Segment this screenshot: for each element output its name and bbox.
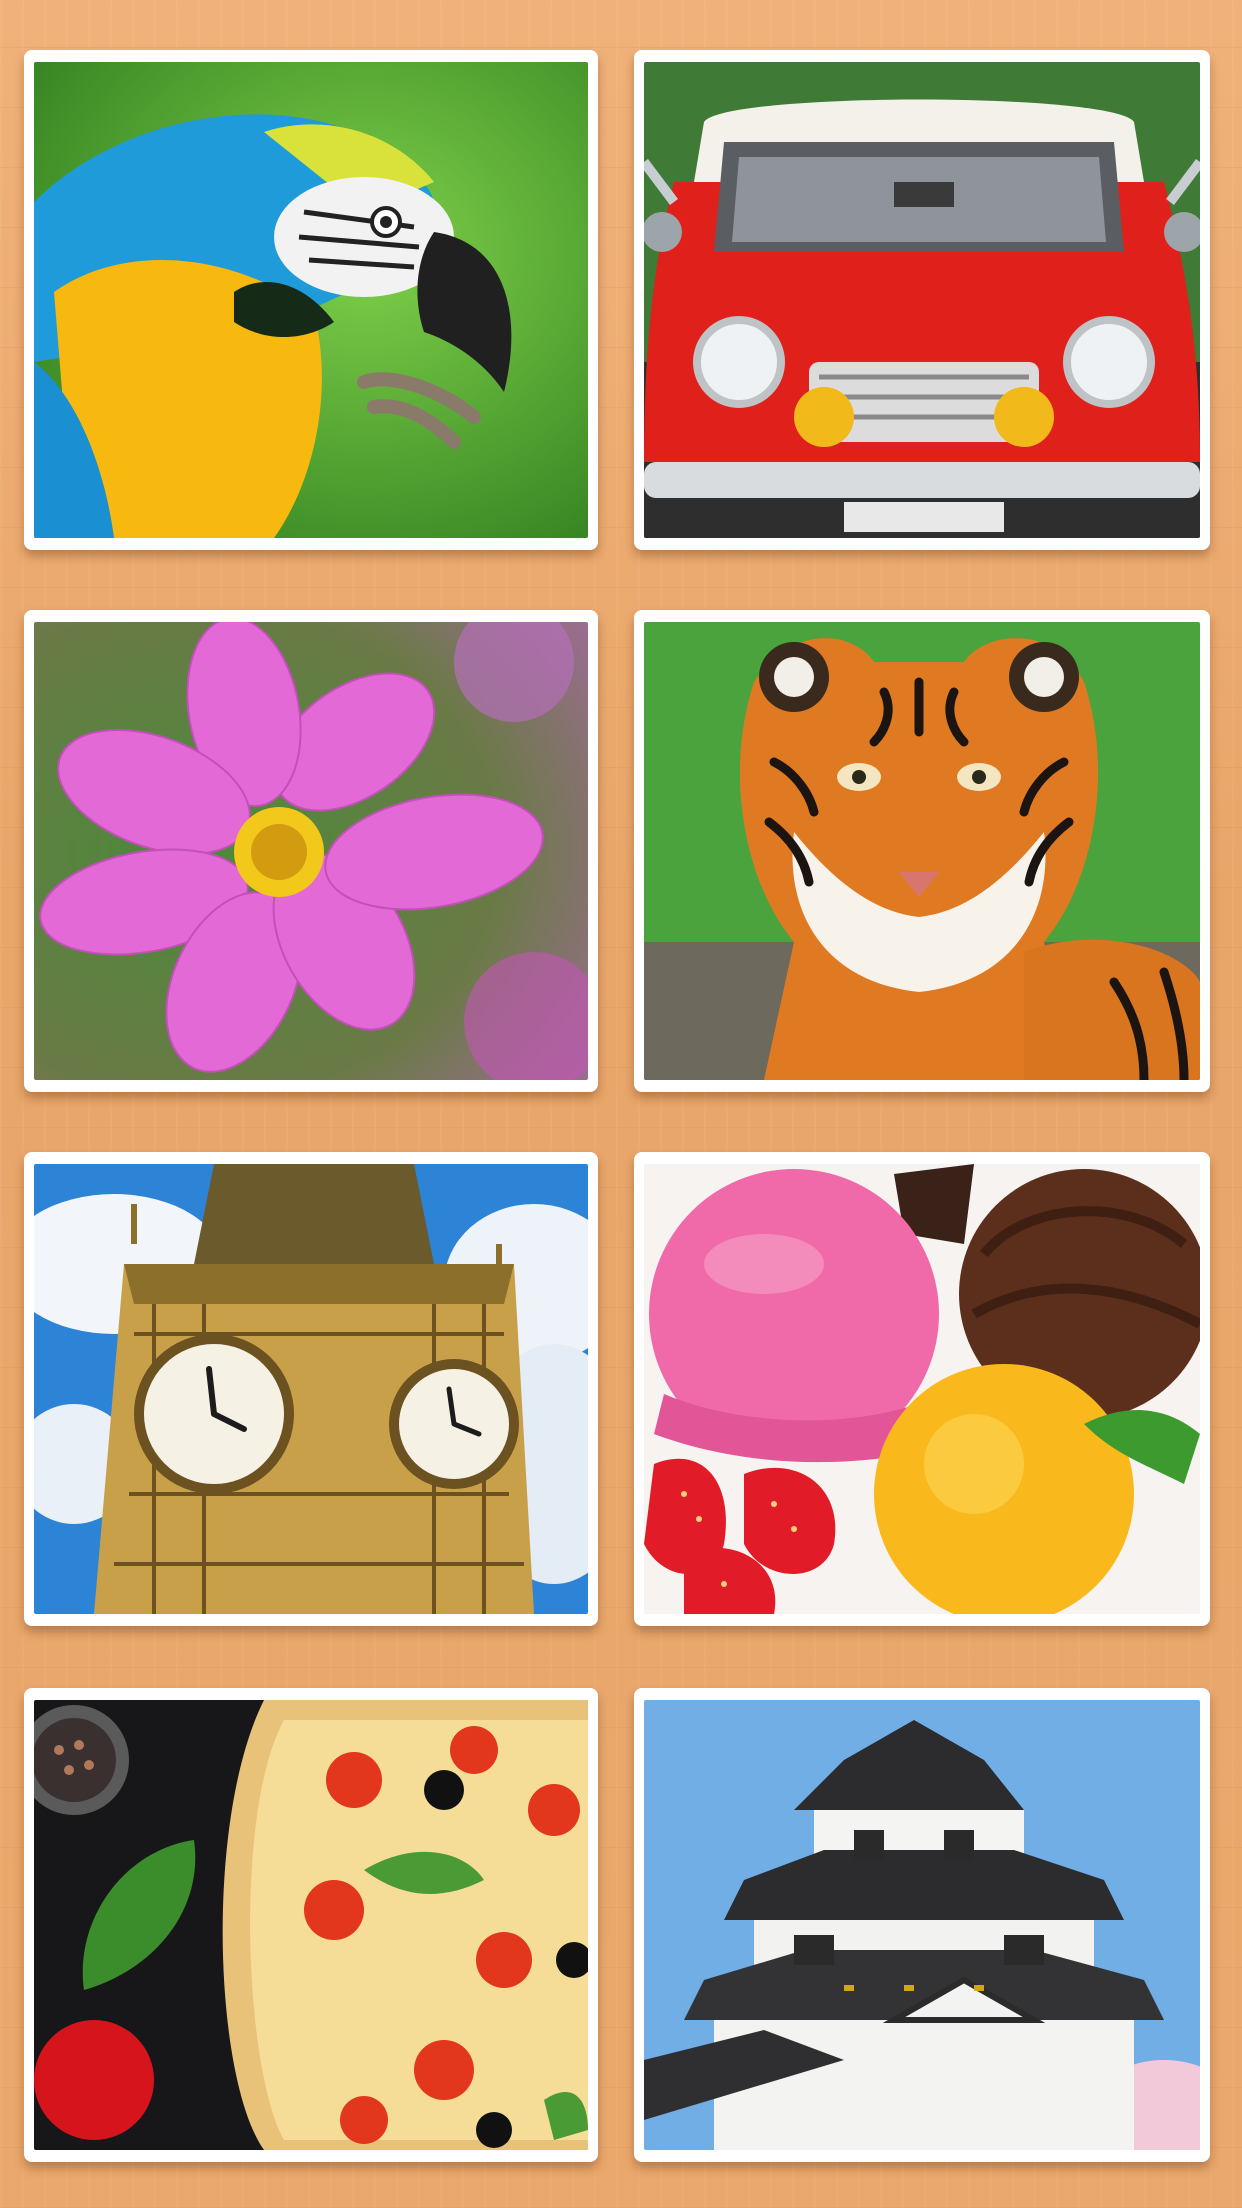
pizza-photo [34,1700,588,2150]
card-subject: Bengal tiger [634,610,635,611]
clock-tower-photo [34,1164,588,1614]
card-subject: Japanese castle [634,1688,635,1689]
puzzle-card-castle[interactable]: Japanese castle [634,1688,1210,2162]
puzzle-card-tiger[interactable]: Bengal tiger [634,610,1210,1092]
tiger-photo [644,622,1200,1080]
puzzle-card-clock-tower[interactable]: Clock tower against blue sky [24,1152,598,1626]
card-subject: Clock tower against blue sky [24,1152,25,1153]
card-subject: Red classic car [634,50,635,51]
puzzle-grid: Blue-and-yellow macaw parrot [0,0,1242,2208]
ice-cream-photo [644,1164,1200,1614]
flower-photo [34,622,588,1080]
puzzle-board: Blue-and-yellow macaw parrot [0,0,1242,2208]
castle-photo [644,1700,1200,2150]
card-subject: Pink cosmos flower [24,610,25,611]
puzzle-card-pizza[interactable]: Pizza with tomatoes, olives and basil [24,1688,598,2162]
card-subject: Ice cream scoops with strawberries [634,1152,635,1153]
parrot-photo [34,62,588,538]
card-subject: Blue-and-yellow macaw parrot [24,50,25,51]
puzzle-card-ice-cream[interactable]: Ice cream scoops with strawberries [634,1152,1210,1626]
puzzle-card-car[interactable]: Red classic car [634,50,1210,550]
puzzle-card-parrot[interactable]: Blue-and-yellow macaw parrot [24,50,598,550]
car-photo [644,62,1200,538]
puzzle-card-flower[interactable]: Pink cosmos flower [24,610,598,1092]
card-subject: Pizza with tomatoes, olives and basil [24,1688,25,1689]
